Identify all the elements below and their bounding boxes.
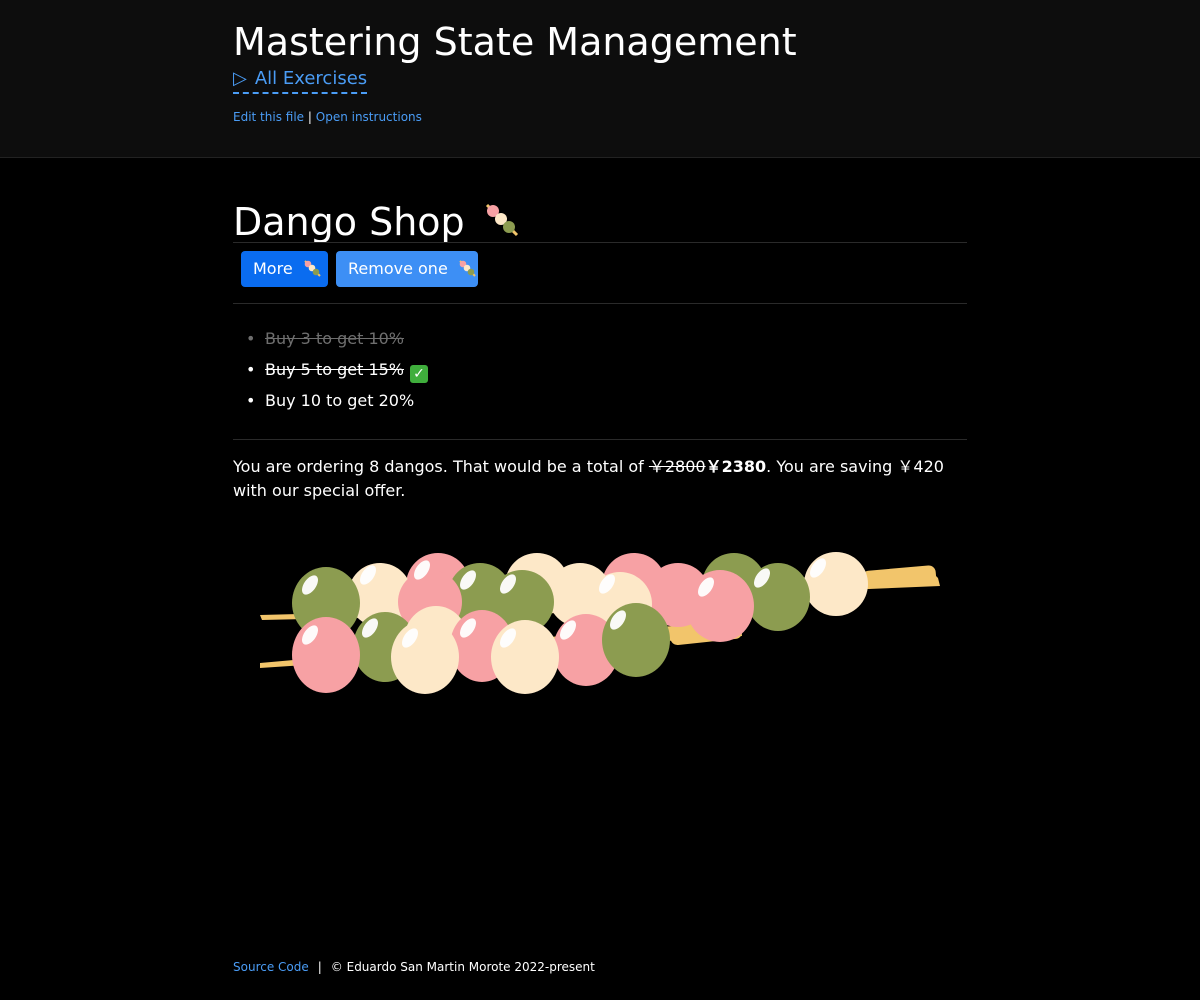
summary-prefix: You are ordering 8 dangos. That would be…: [233, 457, 649, 476]
dango-icon: [304, 260, 321, 277]
divider: [233, 242, 967, 243]
site-title: Mastering State Management: [233, 20, 797, 64]
footer-separator: |: [317, 960, 322, 974]
dango-icon: [459, 260, 476, 277]
divider: [233, 439, 967, 440]
new-price: ￥2380: [705, 457, 767, 476]
all-exercises-label: All Exercises: [254, 68, 368, 89]
footer: Source Code | © Eduardo San Martin Morote …: [233, 960, 595, 974]
offer-item: Buy 10 to get 20%: [233, 387, 428, 418]
divider: [233, 303, 967, 304]
check-mark-icon: ✓: [410, 365, 429, 383]
offer-text: Buy 5 to get 15%: [265, 360, 405, 379]
offers-list: Buy 3 to get 10% Buy 5 to get 15% ✓ Buy 1…: [233, 325, 429, 418]
all-exercises-toggle[interactable]: ▷ All Exercises: [233, 68, 368, 94]
dango-icon: [485, 203, 518, 237]
triangle-right-icon: ▷: [233, 68, 247, 89]
offer-item: Buy 3 to get 10%: [233, 325, 428, 356]
offer-text: Buy 3 to get 10%: [265, 329, 405, 348]
order-summary: You are ordering 8 dangos. That would be…: [233, 455, 963, 503]
offer-text: Buy 10 to get 20%: [265, 391, 415, 410]
meta-links: Edit this file | Open instructions: [233, 110, 422, 124]
copyright-text: © Eduardo San Martin Morote 2022-present: [330, 960, 595, 974]
more-button-label: More: [253, 259, 293, 278]
source-code-link[interactable]: Source Code: [233, 960, 309, 974]
dango-skewers-illustration: [260, 552, 940, 694]
meta-separator: |: [307, 110, 312, 124]
remove-button-label: Remove one: [348, 259, 448, 278]
open-instructions-link[interactable]: Open instructions: [316, 110, 422, 124]
offer-item: Buy 5 to get 15% ✓: [233, 356, 429, 387]
page-title-text: Dango Shop: [233, 200, 465, 244]
site-header: Mastering State Management ▷ All Exercise…: [0, 0, 1200, 158]
old-price: ￥2800: [648, 457, 706, 476]
page-title: Dango Shop: [233, 198, 521, 246]
edit-file-link[interactable]: Edit this file: [233, 110, 304, 124]
remove-dango-button[interactable]: Remove one: [336, 251, 478, 287]
more-dango-button[interactable]: More: [241, 251, 328, 287]
